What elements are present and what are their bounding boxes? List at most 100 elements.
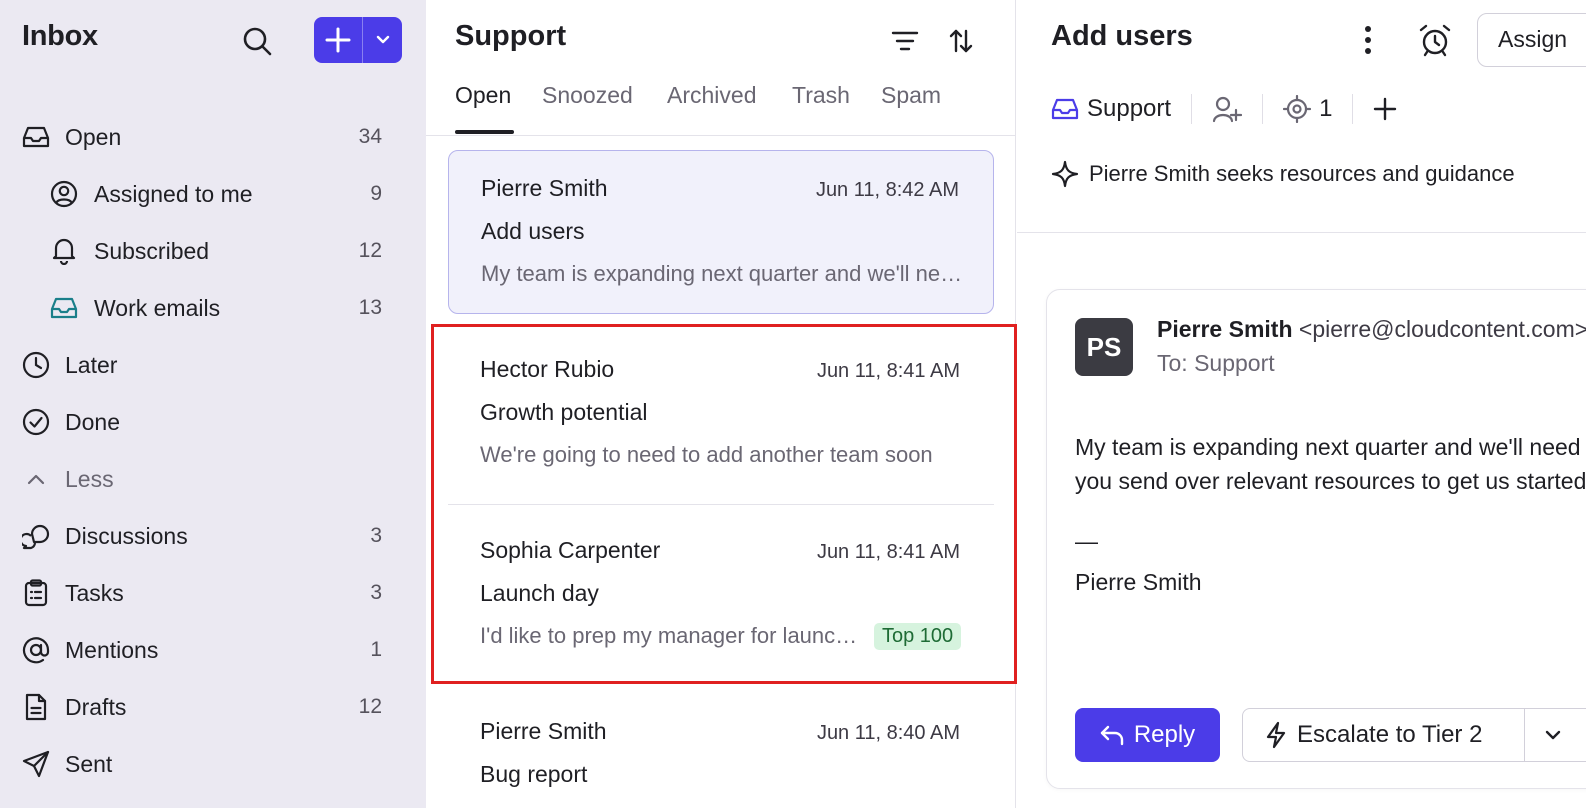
conversation-time: Jun 11, 8:40 AM [816,722,960,744]
sidebar-item-discussions[interactable]: Discussions 3 [0,509,426,563]
sidebar-item-count: 12 [358,239,382,262]
escalate-button-label: Escalate to Tier 2 [1297,721,1483,748]
target-icon [1283,95,1312,123]
plus-icon [1373,97,1397,121]
chat-bubbles-icon [22,522,50,550]
plus-icon[interactable] [314,17,363,63]
meta-separator [1352,94,1354,124]
conversation-subject: Launch day [480,580,599,606]
conversation-subject: Add users [481,218,585,244]
add-participant-button[interactable] [1212,95,1243,123]
conversation-title: Add users [1051,20,1193,52]
message-recipient: To: Support [1157,350,1275,376]
sidebar-item-later[interactable]: Later [0,338,426,392]
filter-icon[interactable] [886,22,924,60]
conversation-from: Hector Rubio [480,356,615,382]
sidebar-title: Inbox [22,20,98,52]
clock-icon [22,351,50,379]
sidebar-item-label: Discussions [65,522,188,549]
sidebar-item-subscribed[interactable]: Subscribed 12 [0,224,426,278]
conversation-time: Jun 11, 8:41 AM [816,360,960,382]
conversation-time: Jun 11, 8:42 AM [815,179,959,201]
conversation-preview: I'd like to prep my manager for launch d… [480,623,862,648]
search-icon[interactable] [238,22,276,60]
sidebar-item-assigned-to-me[interactable]: Assigned to me 9 [0,167,426,221]
conversation-item[interactable]: Sophia Carpenter Jun 11, 8:41 AM Launch … [448,513,994,683]
list-title: Support [455,20,567,52]
target-count-chip[interactable]: 1 [1283,95,1332,123]
inbox-chip[interactable]: Support [1051,95,1171,123]
detail-divider [1017,232,1586,233]
sidebar-item-label: Drafts [65,693,127,720]
conversation-item[interactable]: Pierre Smith Jun 11, 8:42 AM Add users M… [448,150,994,314]
tab-snoozed[interactable]: Snoozed [542,82,633,109]
alarm-clock-icon[interactable] [1415,20,1455,60]
user-plus-icon [1212,95,1243,123]
inbox-tray-icon [50,294,78,322]
add-tag-button[interactable] [1373,97,1397,121]
sidebar-item-count: 13 [358,296,382,319]
sidebar-item-tasks[interactable]: Tasks 3 [0,566,426,620]
sidebar-item-label: Work emails [94,294,221,321]
message-body-line: you send over relevant resources to get … [1075,468,1586,494]
lightning-icon [1265,721,1287,749]
message-body: My team is expanding next quarter and we… [1075,430,1586,498]
sidebar-item-count: 1 [370,638,382,661]
tab-trash[interactable]: Trash [792,82,850,109]
conversation-preview: We're going to need to add another team … [480,442,933,467]
conversation-detail: Add users Assign Support 1 Pierre Smith … [1017,0,1586,808]
sidebar-item-mentions[interactable]: Mentions 1 [0,623,426,677]
message-body-line: My team is expanding next quarter and we… [1075,434,1586,460]
reply-button[interactable]: Reply [1075,708,1220,762]
sidebar-item-label: Open [65,123,122,150]
conversation-item[interactable]: Hector Rubio Jun 11, 8:41 AM Growth pote… [448,332,994,502]
meta-separator [1262,94,1264,124]
compose-button[interactable] [314,17,402,63]
tab-spam[interactable]: Spam [881,82,941,109]
chevron-down-icon[interactable] [1525,709,1581,761]
tab-archived[interactable]: Archived [667,82,756,109]
conversation-item[interactable]: Pierre Smith Jun 11, 8:40 AM Bug report [448,694,994,808]
avatar: PS [1075,318,1133,376]
sidebar-item-label: Subscribed [94,237,210,264]
conversation-from: Sophia Carpenter [480,537,661,563]
message-sender: Pierre Smith <pierre@cloudcontent.com> [1157,316,1586,343]
sidebar-item-count: 3 [370,524,382,547]
conversation-from: Pierre Smith [481,175,608,201]
sidebar-item-count: 34 [358,125,382,148]
escalate-main[interactable]: Escalate to Tier 2 [1243,709,1525,761]
sidebar-item-count: 3 [370,581,382,604]
sidebar-item-sent[interactable]: Sent [0,737,426,791]
check-circle-icon [22,408,50,436]
sidebar-item-label: Done [65,408,120,435]
tab-open[interactable]: Open [455,82,511,109]
assign-button[interactable]: Assign [1477,13,1586,67]
sparkle-icon [1051,160,1079,188]
sidebar-item-open[interactable]: Open 34 [0,110,426,164]
sidebar-item-less[interactable]: Less [0,452,426,506]
ai-summary: Pierre Smith seeks resources and guidanc… [1051,160,1515,188]
paper-plane-icon [22,750,50,778]
sidebar: Inbox Open 34 Assigned to me 9 Subscribe… [0,0,426,808]
clipboard-icon [22,579,50,607]
at-sign-icon [22,636,50,664]
more-vertical-icon[interactable] [1351,20,1385,60]
inbox-tray-icon [22,123,50,151]
sort-icon[interactable] [942,22,980,60]
sidebar-item-drafts[interactable]: Drafts 12 [0,680,426,734]
sidebar-item-done[interactable]: Done [0,395,426,449]
reply-button-label: Reply [1133,721,1196,748]
signature-name: Pierre Smith [1075,569,1202,595]
escalate-button[interactable]: Escalate to Tier 2 [1242,708,1586,762]
user-circle-icon [50,180,78,208]
sidebar-item-label: Sent [65,750,113,777]
sidebar-item-count: 9 [370,182,382,205]
conversation-time: Jun 11, 8:41 AM [816,541,960,563]
chevron-down-icon[interactable] [363,17,402,63]
conversation-preview: My team is expanding next quarter and we… [481,261,963,286]
sender-email: <pierre@cloudcontent.com> [1298,316,1586,342]
sidebar-item-work-emails[interactable]: Work emails 13 [0,281,426,335]
signature-dash: — [1075,528,1098,554]
sidebar-item-label: Assigned to me [94,180,253,207]
conversation-list-pane: Support Open Snoozed Archived Trash Spam… [426,0,1016,808]
